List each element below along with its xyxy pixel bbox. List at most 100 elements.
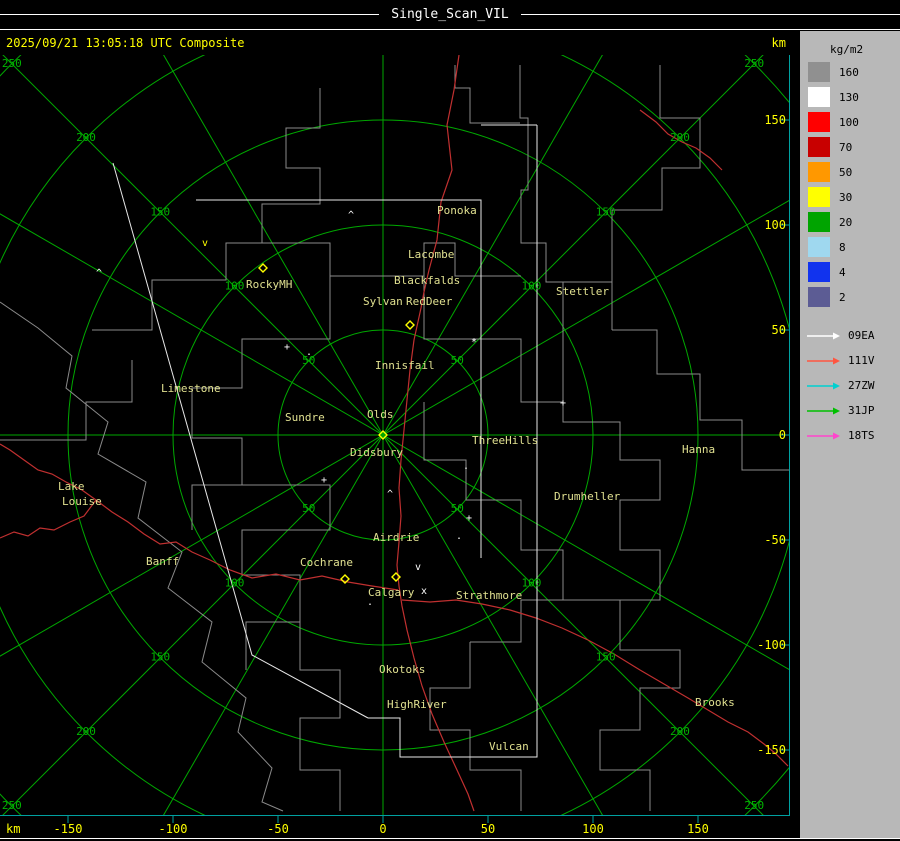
- town-marker: .: [456, 531, 462, 542]
- colorbar-swatch: [808, 237, 830, 257]
- colorbar-list: 160 130 100 70 50 30 20 8 4 2: [808, 62, 900, 307]
- city-label: Stettler: [556, 285, 609, 298]
- radar-legend-entry: 09EA: [806, 323, 900, 348]
- colorbar-swatch: [808, 287, 830, 307]
- ring-distance-label: 200: [76, 131, 96, 144]
- colorbar-value: 70: [839, 140, 853, 154]
- radar-app-window: Single_Scan_VIL 50 50 50 50 100 100 100 …: [0, 0, 900, 841]
- colorbar-entry: 70: [808, 137, 900, 157]
- colorbar-entry: 130: [808, 87, 900, 107]
- city-label: ThreeHills: [472, 434, 538, 447]
- bottom-border: [0, 838, 900, 839]
- y-axis-units: km: [772, 36, 786, 50]
- city-label: Limestone: [161, 382, 221, 395]
- y-axis-tick-label: 100: [764, 218, 786, 232]
- map-area: 50 50 50 50 100 100 100 100 150 150 150 150 200 200 20…: [0, 30, 800, 841]
- colorbar-entry: 50: [808, 162, 900, 182]
- y-axis-tick-label: -100: [757, 638, 786, 652]
- radar-arrow-icon: [807, 332, 840, 339]
- city-label: Sundre: [285, 411, 325, 424]
- town-marker: .: [306, 347, 312, 358]
- colorbar-entry: 2: [808, 287, 900, 307]
- ring-distance-label: 100: [522, 576, 542, 589]
- city-label: Drumheller: [554, 490, 621, 503]
- colorbar-units: kg/m2: [830, 43, 864, 56]
- y-axis-tick-label: 150: [764, 113, 786, 127]
- town-marker: .: [463, 461, 469, 472]
- city-label: Sylvan: [363, 295, 403, 308]
- city-label: Ponoka: [437, 204, 477, 217]
- radar-legend-entry: 111V: [806, 348, 900, 373]
- town-marker: +: [560, 398, 566, 409]
- city-label: Lacombe: [408, 248, 454, 261]
- radar-arrow-icon: [807, 407, 840, 414]
- ring-distance-label: 200: [670, 131, 690, 144]
- town-marker: ^: [348, 210, 354, 221]
- town-marker: .: [367, 597, 373, 608]
- ring-distance-label: 200: [76, 725, 96, 738]
- ring-distance-label: 200: [670, 725, 690, 738]
- city-label: Hanna: [682, 443, 715, 456]
- x-axis-tick-label: -100: [159, 822, 188, 836]
- colorbar-entry: 30: [808, 187, 900, 207]
- ring-distance-label: 100: [225, 280, 245, 293]
- colorbar-value: 100: [839, 115, 859, 129]
- colorbar-swatch: [808, 162, 830, 182]
- ring-distance-label: 150: [596, 651, 616, 664]
- colorbar-entry: 20: [808, 212, 900, 232]
- colorbar-swatch: [808, 187, 830, 207]
- ring-distance-label: 50: [302, 502, 315, 515]
- town-marker: *: [471, 337, 477, 348]
- ring-distance-label: 250: [2, 57, 22, 70]
- colorbar-value: 50: [839, 165, 853, 179]
- ring-distance-label: 150: [596, 205, 616, 218]
- ring-distance-label: 100: [522, 280, 542, 293]
- radar-arrow-icon: [807, 382, 840, 389]
- colorbar-swatch: [808, 262, 830, 282]
- x-axis-tick-label: 100: [582, 822, 604, 836]
- x-axis-tick-label: -150: [54, 822, 83, 836]
- radar-legend-entry: 27ZW: [806, 373, 900, 398]
- radar-legend-list: 09EA 111V 27ZW 31JP 18TS: [806, 323, 900, 448]
- city-label: Lake: [58, 480, 85, 493]
- cities-group: Ponoka Lacombe Blackfalds Sylvan RedDeer Rock…: [58, 204, 735, 753]
- city-label: Louise: [62, 495, 102, 508]
- city-label: Cochrane: [300, 556, 353, 569]
- colorbar-entry: 100: [808, 112, 900, 132]
- city-label: Olds: [367, 408, 394, 421]
- city-label: Strathmore: [456, 589, 522, 602]
- city-label: RedDeer: [406, 295, 453, 308]
- radar-arrow-icon: [807, 357, 840, 364]
- y-axis-tick-label: 50: [772, 323, 786, 337]
- town-marker: ^: [96, 268, 102, 279]
- city-label: Innisfail: [375, 359, 435, 372]
- city-label: Vulcan: [489, 740, 529, 753]
- radar-map: 50 50 50 50 100 100 100 100 150 150 150 150 200 200 20…: [0, 36, 790, 836]
- town-marker: +: [321, 475, 327, 486]
- x-axis-tick-label: 0: [379, 822, 386, 836]
- colorbar-entry: 4: [808, 262, 900, 282]
- y-axis-tick-label: -50: [764, 533, 786, 547]
- city-label: Didsbury: [350, 446, 403, 459]
- radar-site-id: 18TS: [848, 429, 875, 442]
- timestamp: 2025/09/21 13:05:18 UTC Composite: [6, 36, 244, 50]
- legend-panel: kg/m2 160 130 100 70 50 30 20 8 4 2 09EA 111V 27ZW 3…: [800, 31, 900, 838]
- colorbar-value: 160: [839, 65, 859, 79]
- ring-distance-label: 100: [225, 576, 245, 589]
- radar-site-id: 111V: [848, 354, 875, 367]
- city-label: Calgary: [368, 586, 415, 599]
- ring-distance-label: 250: [744, 57, 764, 70]
- town-marker: x: [421, 586, 427, 597]
- x-axis-tick-label: -50: [267, 822, 289, 836]
- city-label: Blackfalds: [394, 274, 460, 287]
- window-title: Single_Scan_VIL: [391, 7, 509, 22]
- colorbar-swatch: [808, 137, 830, 157]
- colorbar-value: 8: [839, 240, 846, 254]
- station-marker-diamond: [405, 320, 415, 330]
- ring-distance-label: 150: [150, 205, 170, 218]
- town-marker: v: [202, 238, 208, 249]
- ring-distance-label: 250: [744, 799, 764, 812]
- city-label: Banff: [146, 555, 179, 568]
- x-axis-tick-label: 50: [481, 822, 495, 836]
- city-label: Okotoks: [379, 663, 425, 676]
